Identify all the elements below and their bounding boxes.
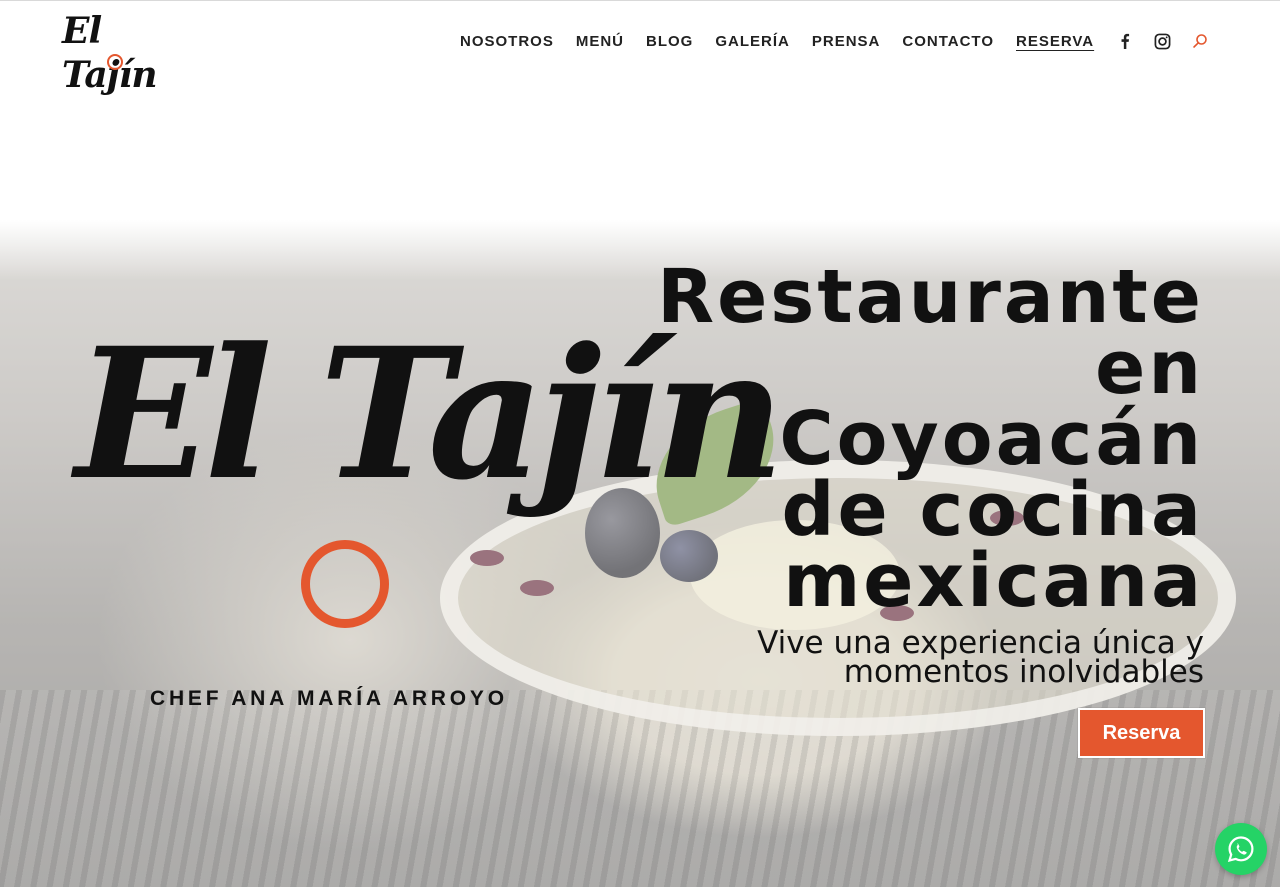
search-icon[interactable]: [1192, 31, 1208, 51]
hero-logo-ring-icon: [301, 540, 389, 628]
site-logo-wordmark: El Tajín: [62, 10, 158, 96]
hero-title-line: en: [1095, 325, 1204, 411]
nav-item-menu[interactable]: MENÚ: [576, 33, 624, 50]
nav-item-blog[interactable]: BLOG: [646, 33, 693, 50]
hero-subtitle: Vive una experiencia única y momentos in…: [644, 628, 1204, 690]
nav-item-galeria[interactable]: GALERÍA: [715, 33, 790, 50]
nav-item-reserva[interactable]: RESERVA: [1016, 33, 1094, 50]
hero-title-line: de cocina: [781, 467, 1204, 553]
hero-title: Restaurante en Coyoacán de cocina mexica…: [584, 254, 1204, 624]
facebook-icon[interactable]: [1118, 31, 1132, 51]
chef-name: CHEF ANA MARÍA ARROYO: [150, 687, 508, 710]
hero-logo: El Tajín: [75, 300, 785, 630]
hero-subtitle-line: momentos inolvidables: [843, 654, 1204, 690]
whatsapp-icon: [1227, 836, 1254, 863]
site-logo[interactable]: El Tajín: [62, 9, 168, 96]
hero-title-line: Coyoacán: [779, 396, 1204, 482]
instagram-icon[interactable]: [1154, 31, 1171, 51]
nav-item-contacto[interactable]: CONTACTO: [902, 33, 994, 50]
nav-item-prensa[interactable]: PRENSA: [812, 33, 881, 50]
whatsapp-button[interactable]: [1215, 823, 1267, 875]
hero-title-line: mexicana: [783, 538, 1204, 624]
site-header: El Tajín NOSOTROS MENÚ BLOG GALERÍA PREN…: [0, 1, 1280, 96]
main-nav: NOSOTROS MENÚ BLOG GALERÍA PRENSA CONTAC…: [460, 31, 1116, 51]
nav-item-nosotros[interactable]: NOSOTROS: [460, 33, 554, 50]
logo-ring-icon: [107, 54, 123, 70]
reserva-button[interactable]: Reserva: [1078, 708, 1205, 758]
hero-title-line: Restaurante: [657, 254, 1204, 340]
